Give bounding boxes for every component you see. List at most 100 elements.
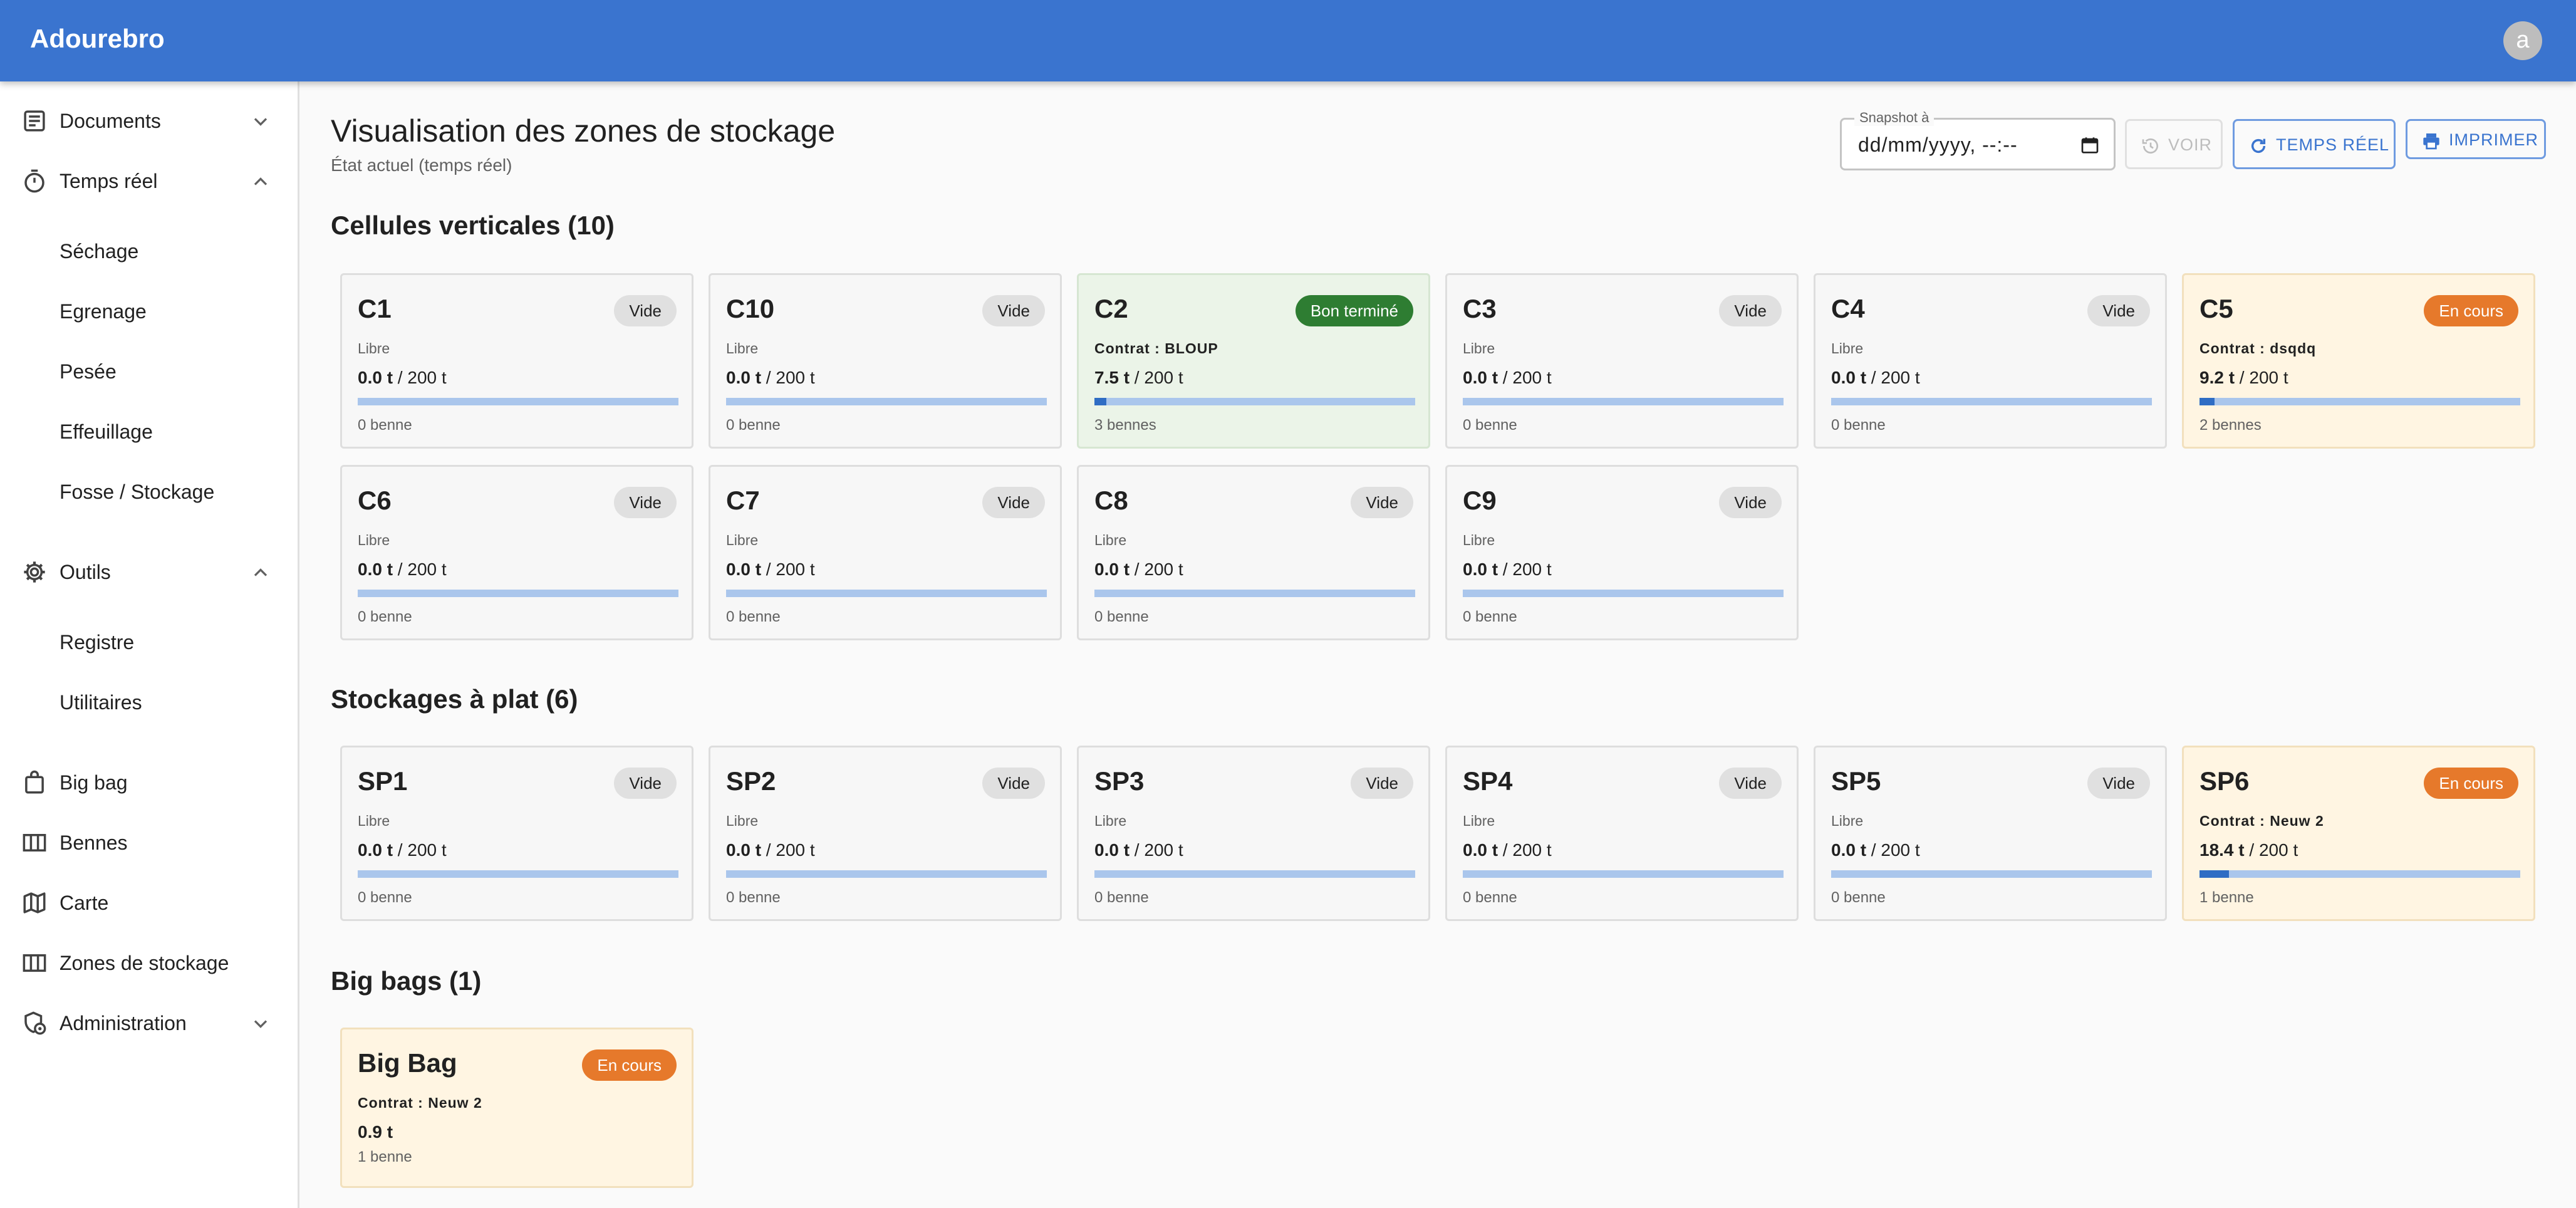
storage-card[interactable]: SP2 Vide Libre 0.0 t / 200 t 0 benne	[709, 746, 1062, 921]
load-capacity: / 200 t	[1130, 368, 1183, 387]
storage-card[interactable]: SP5 Vide Libre 0.0 t / 200 t 0 benne	[1814, 746, 2167, 921]
sidebar-item-sechage[interactable]: Séchage	[0, 224, 299, 278]
temps-reel-button[interactable]: TEMPS RÉEL	[2233, 119, 2396, 169]
storage-card[interactable]: SP6 En cours Contrat : Neuw 2 18.4 t / 200 …	[2182, 746, 2535, 921]
storage-card[interactable]: C2 Bon terminé Contrat : BLOUP 7.5 t / 200 …	[1077, 273, 1430, 449]
storage-card[interactable]: SP3 Vide Libre 0.0 t / 200 t 0 benne	[1077, 746, 1430, 921]
storage-card-name: C5	[2199, 294, 2233, 323]
load-capacity: / 200 t	[761, 368, 815, 387]
load-capacity: / 200 t	[1498, 560, 1552, 579]
storage-card[interactable]: C4 Vide Libre 0.0 t / 200 t 0 benne	[1814, 273, 2167, 449]
status-badge: Vide	[614, 295, 677, 326]
storage-card-count: 0 benne	[1463, 608, 1517, 625]
avatar[interactable]: a	[2503, 21, 2542, 60]
fill-progress-bar	[1094, 590, 1415, 597]
load-capacity: / 200 t	[1130, 840, 1183, 860]
storage-card-name: C8	[1094, 486, 1128, 515]
load-capacity: / 200 t	[1498, 840, 1552, 860]
storage-card-info: Libre	[1094, 532, 1127, 548]
app-title[interactable]: Adourebro	[30, 24, 165, 54]
sidebar-item-outils[interactable]: Outils	[0, 545, 299, 599]
sidebar-item-label: Big bag	[60, 771, 128, 794]
storage-card-load: 18.4 t / 200 t	[2199, 840, 2298, 860]
storage-card-count: 0 benne	[358, 889, 412, 906]
storage-card[interactable]: C6 Vide Libre 0.0 t / 200 t 0 benne	[340, 465, 693, 640]
storage-card-load: 0.0 t / 200 t	[1831, 840, 1920, 860]
bag-icon	[25, 770, 44, 794]
chevron-down-icon	[254, 1020, 267, 1028]
storage-card-load: 9.2 t / 200 t	[2199, 368, 2288, 388]
sidebar-item-label: Bennes	[60, 831, 128, 854]
columns-icon	[23, 954, 46, 972]
fill-progress-value	[2199, 870, 2230, 878]
load-value: 0.0 t	[1831, 840, 1867, 860]
storage-card-load: 0.0 t / 200 t	[726, 560, 815, 580]
document-icon	[24, 110, 45, 132]
calendar-icon[interactable]	[2080, 135, 2100, 156]
status-badge: Vide	[982, 295, 1045, 326]
storage-card-info: Contrat : Neuw 2	[358, 1095, 482, 1111]
load-value: 9.2 t	[2199, 368, 2235, 387]
map-icon	[23, 892, 46, 914]
storage-card[interactable]: C7 Vide Libre 0.0 t / 200 t 0 benne	[709, 465, 1062, 640]
admin-shield-icon	[24, 1011, 46, 1035]
sidebar-item-bennes[interactable]: Bennes	[0, 816, 299, 870]
sidebar-item-fosse-stockage[interactable]: Fosse / Stockage	[0, 465, 299, 519]
storage-card[interactable]: SP4 Vide Libre 0.0 t / 200 t 0 benne	[1445, 746, 1799, 921]
storage-card-info: Libre	[358, 340, 390, 357]
sidebar-item-label: Outils	[60, 561, 111, 583]
section-title-stockages-plat: Stockages à plat (6)	[331, 684, 578, 714]
storage-card[interactable]: SP1 Vide Libre 0.0 t / 200 t 0 benne	[340, 746, 693, 921]
page-title: Visualisation des zones de stockage	[331, 113, 836, 148]
sidebar-item-label: Temps réel	[60, 170, 158, 192]
sidebar-item-effeuillage[interactable]: Effeuillage	[0, 405, 299, 459]
load-capacity: / 200 t	[1130, 560, 1183, 579]
fill-progress-bar	[1831, 398, 2152, 405]
sidebar-item-big-bag[interactable]: Big bag	[0, 756, 299, 810]
chevron-down-icon	[254, 118, 267, 126]
sidebar-item-label: Egrenage	[60, 300, 147, 323]
sidebar-item-utilitaires[interactable]: Utilitaires	[0, 675, 299, 729]
storage-card-name: C4	[1831, 294, 1865, 323]
fill-progress-bar	[726, 590, 1047, 597]
snapshot-datetime-input[interactable]: Snapshot à dd/mm/yyyy, --:--	[1840, 110, 2116, 170]
storage-card-name: Big Bag	[358, 1048, 457, 1078]
load-value: 0.0 t	[726, 560, 762, 579]
load-value: 0.0 t	[358, 368, 393, 387]
sidebar-item-egrenage[interactable]: Egrenage	[0, 284, 299, 338]
imprimer-button-label: IMPRIMER	[2449, 130, 2538, 149]
sidebar-item-temps-reel[interactable]: Temps réel	[0, 154, 299, 208]
storage-card-count: 1 benne	[358, 1148, 412, 1165]
refresh-icon	[2251, 138, 2266, 154]
storage-card-load: 0.0 t / 200 t	[726, 368, 815, 388]
storage-card[interactable]: C1 Vide Libre 0.0 t / 200 t 0 benne	[340, 273, 693, 449]
storage-card-name: SP3	[1094, 766, 1145, 796]
sidebar-item-pesee[interactable]: Pesée	[0, 345, 299, 398]
sidebar-item-zones-de-stockage[interactable]: Zones de stockage	[0, 936, 299, 990]
imprimer-button[interactable]: IMPRIMER	[2406, 119, 2546, 159]
main-content: Visualisation des zones de stockage État…	[301, 81, 2576, 1208]
storage-card-load: 0.0 t / 200 t	[726, 840, 815, 860]
storage-card-count: 0 benne	[1094, 889, 1149, 906]
storage-card[interactable]: Big Bag En cours Contrat : Neuw 2 0.9 t 1 be…	[340, 1028, 693, 1188]
sidebar-item-carte[interactable]: Carte	[0, 876, 299, 930]
storage-card[interactable]: C10 Vide Libre 0.0 t / 200 t 0 benne	[709, 273, 1062, 449]
storage-card[interactable]: C8 Vide Libre 0.0 t / 200 t 0 benne	[1077, 465, 1430, 640]
status-badge: En cours	[2424, 295, 2518, 326]
sidebar-item-administration[interactable]: Administration	[0, 996, 299, 1050]
sidebar-item-documents[interactable]: Documents	[0, 94, 299, 148]
voir-button[interactable]: VOIR	[2125, 119, 2223, 169]
fill-progress-bar	[2199, 870, 2520, 878]
voir-button-label: VOIR	[2168, 135, 2213, 154]
snapshot-value: dd/mm/yyyy, --:--	[1858, 133, 2018, 156]
storage-card-load: 7.5 t / 200 t	[1094, 368, 1183, 388]
sidebar-item-registre[interactable]: Registre	[0, 615, 299, 669]
status-badge: Vide	[982, 768, 1045, 799]
chevron-up-icon	[254, 177, 267, 185]
storage-card[interactable]: C5 En cours Contrat : dsqdq 9.2 t / 200 t 2 …	[2182, 273, 2535, 449]
sidebar-item-label: Utilitaires	[60, 691, 142, 714]
storage-card[interactable]: C9 Vide Libre 0.0 t / 200 t 0 benne	[1445, 465, 1799, 640]
storage-card-info: Contrat : Neuw 2	[2199, 813, 2324, 829]
storage-card[interactable]: C3 Vide Libre 0.0 t / 200 t 0 benne	[1445, 273, 1799, 449]
section-title-big-bags: Big bags (1)	[331, 966, 482, 996]
